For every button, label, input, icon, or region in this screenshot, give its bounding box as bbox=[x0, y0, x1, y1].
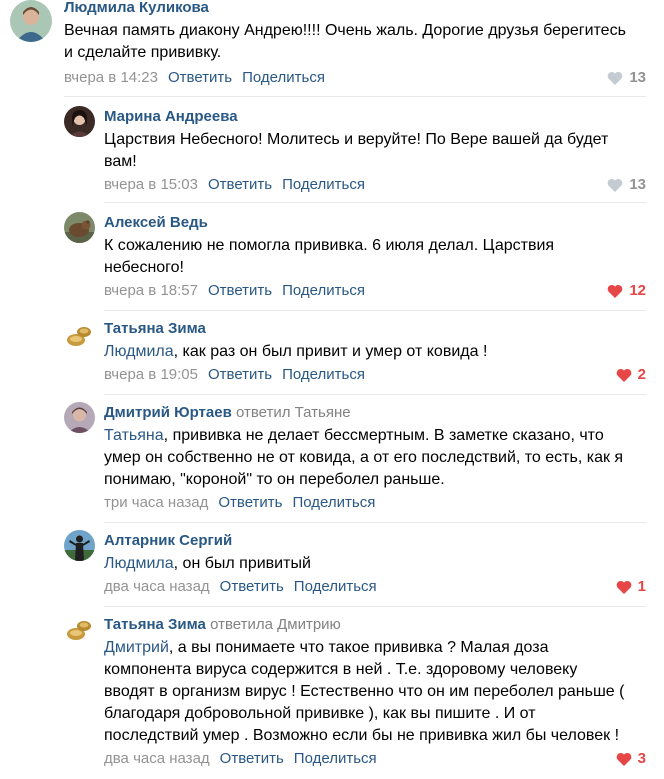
divider bbox=[104, 522, 646, 523]
comment-text: Вечная память диакону Андрею!!!! Очень ж… bbox=[64, 22, 626, 61]
like-count: 3 bbox=[637, 750, 646, 767]
reply-link[interactable]: Ответить bbox=[168, 69, 232, 86]
heart-icon bbox=[616, 752, 631, 766]
share-link[interactable]: Поделиться bbox=[294, 578, 377, 595]
comment-text: К сожалению не помогла прививка. 6 июля … bbox=[104, 237, 555, 276]
comment-meta: вчера в 15:03 Ответить Поделиться bbox=[104, 176, 365, 193]
like-button[interactable]: 13 bbox=[607, 176, 646, 193]
mention-link[interactable]: Татьяна bbox=[104, 427, 164, 444]
comment-meta: вчера в 19:05 Ответить Поделиться bbox=[104, 366, 365, 383]
share-link[interactable]: Поделиться bbox=[242, 69, 325, 86]
avatar[interactable] bbox=[64, 530, 95, 561]
reply-link[interactable]: Ответить bbox=[220, 750, 284, 767]
replied-to[interactable]: ответил Татьяне bbox=[236, 404, 351, 421]
reply-link[interactable]: Ответить bbox=[218, 494, 282, 511]
comment-meta: два часа назад Ответить Поделиться bbox=[104, 750, 377, 767]
avatar[interactable] bbox=[64, 614, 95, 645]
like-button[interactable]: 13 bbox=[607, 69, 646, 86]
share-link[interactable]: Поделиться bbox=[292, 494, 375, 511]
avatar[interactable] bbox=[64, 106, 95, 137]
comment-text: Дмитрий, а вы понимаете что такое привив… bbox=[104, 639, 625, 744]
reply-link[interactable]: Ответить bbox=[220, 578, 284, 595]
comment-meta: три часа назад Ответить Поделиться bbox=[104, 494, 375, 511]
avatar[interactable] bbox=[10, 0, 52, 42]
divider bbox=[104, 310, 646, 311]
comment-text: Людмила, как раз он был привит и умер от… bbox=[104, 343, 488, 360]
timestamp[interactable]: три часа назад bbox=[104, 494, 208, 511]
share-link[interactable]: Поделиться bbox=[282, 366, 365, 383]
heart-icon bbox=[607, 178, 623, 192]
like-count: 13 bbox=[629, 176, 646, 193]
like-button[interactable]: 2 bbox=[616, 366, 646, 383]
mention-link[interactable]: Людмила bbox=[104, 555, 174, 572]
share-link[interactable]: Поделиться bbox=[282, 282, 365, 299]
share-link[interactable]: Поделиться bbox=[294, 750, 377, 767]
heart-icon bbox=[616, 580, 631, 594]
like-count: 2 bbox=[637, 366, 646, 383]
heart-icon bbox=[607, 284, 623, 298]
replied-to[interactable]: ответила Дмитрию bbox=[210, 616, 341, 633]
author-name[interactable]: Татьяна Зима bbox=[104, 320, 206, 337]
timestamp[interactable]: вчера в 15:03 bbox=[104, 176, 198, 193]
divider bbox=[104, 606, 646, 607]
heart-icon bbox=[607, 71, 623, 85]
like-count: 13 bbox=[629, 69, 646, 86]
author-name[interactable]: Алексей Ведь bbox=[104, 214, 208, 231]
like-button[interactable]: 3 bbox=[616, 750, 646, 767]
comment-text: Царствия Небесного! Молитесь и веруйте! … bbox=[104, 131, 609, 170]
like-button[interactable]: 1 bbox=[616, 578, 646, 595]
author-name[interactable]: Дмитрий Юртаев ответил Татьяне bbox=[104, 404, 351, 421]
author-name[interactable]: Марина Андреева bbox=[104, 108, 238, 125]
avatar[interactable] bbox=[64, 212, 95, 243]
avatar[interactable] bbox=[64, 320, 95, 351]
timestamp[interactable]: вчера в 19:05 bbox=[104, 366, 198, 383]
comment-meta: вчера в 14:23 Ответить Поделиться bbox=[64, 69, 325, 86]
share-link[interactable]: Поделиться bbox=[282, 176, 365, 193]
timestamp[interactable]: два часа назад bbox=[104, 578, 210, 595]
like-button[interactable]: 12 bbox=[607, 282, 646, 299]
avatar[interactable] bbox=[64, 402, 95, 433]
divider bbox=[64, 96, 646, 97]
author-name[interactable]: Алтарник Сергий bbox=[104, 532, 232, 549]
timestamp[interactable]: вчера в 18:57 bbox=[104, 282, 198, 299]
comment-text: Людмила, он был привитый bbox=[104, 555, 311, 572]
like-count: 1 bbox=[637, 578, 646, 595]
comment-meta: вчера в 18:57 Ответить Поделиться bbox=[104, 282, 365, 299]
comment-text: Татьяна, прививка не делает бессмертным.… bbox=[104, 427, 624, 488]
comment-meta: два часа назад Ответить Поделиться bbox=[104, 578, 377, 595]
author-name[interactable]: Татьяна Зима ответила Дмитрию bbox=[104, 616, 341, 633]
reply-link[interactable]: Ответить bbox=[208, 366, 272, 383]
divider bbox=[104, 202, 646, 203]
timestamp[interactable]: вчера в 14:23 bbox=[64, 69, 158, 86]
like-count: 12 bbox=[629, 282, 646, 299]
timestamp[interactable]: два часа назад bbox=[104, 750, 210, 767]
author-name[interactable]: Людмила Куликова bbox=[64, 0, 209, 16]
divider bbox=[104, 394, 646, 395]
mention-link[interactable]: Дмитрий bbox=[104, 639, 169, 656]
reply-link[interactable]: Ответить bbox=[208, 282, 272, 299]
heart-icon bbox=[616, 368, 631, 382]
reply-link[interactable]: Ответить bbox=[208, 176, 272, 193]
mention-link[interactable]: Людмила bbox=[104, 343, 174, 360]
